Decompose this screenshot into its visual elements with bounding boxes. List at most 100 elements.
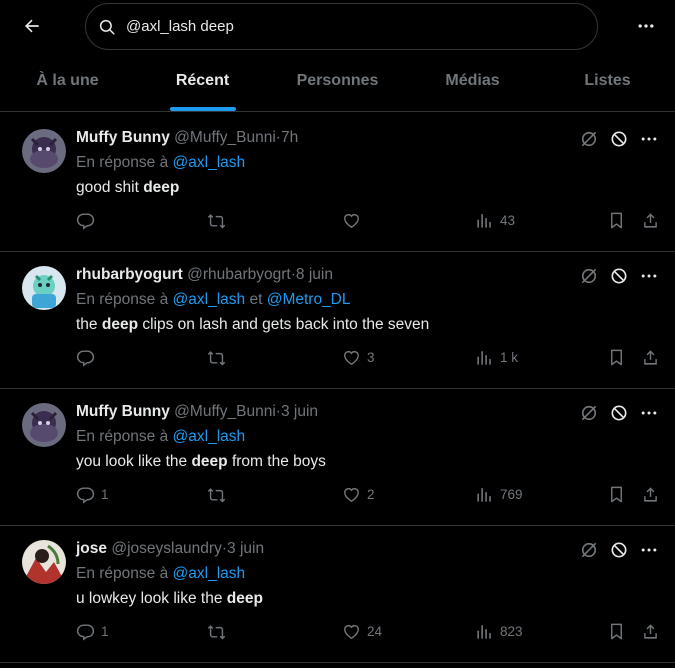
tweet-header: Muffy Bunny @Muffy_Bunni·3 juin bbox=[76, 403, 318, 421]
tweet-text: u lowkey look like the deep bbox=[76, 590, 263, 607]
view-count: 1 k bbox=[500, 350, 519, 365]
reply-button[interactable]: 1 bbox=[76, 485, 109, 504]
display-name[interactable]: Muffy Bunny bbox=[76, 129, 170, 146]
block-button[interactable] bbox=[609, 129, 629, 149]
user-handle[interactable]: @Muffy_Bunni bbox=[174, 403, 276, 420]
block-button[interactable] bbox=[609, 266, 629, 286]
more-options-button[interactable] bbox=[628, 8, 664, 44]
display-name[interactable]: jose bbox=[76, 540, 107, 557]
timestamp[interactable]: 7h bbox=[281, 129, 298, 146]
tab-top[interactable]: À la une bbox=[0, 58, 135, 111]
share-icon bbox=[644, 350, 657, 365]
like-button[interactable]: 3 bbox=[342, 348, 375, 367]
search-query: @axl_lash deep bbox=[126, 18, 234, 35]
tweet-actions: 1 24 823 bbox=[76, 622, 664, 646]
views-chart-icon bbox=[477, 625, 491, 639]
tweet[interactable]: Muffy Bunny @Muffy_Bunni·7h En réponse à… bbox=[0, 115, 675, 252]
grok-icon bbox=[581, 542, 597, 558]
tweet[interactable]: rhubarbyogurt @rhubarbyogrt·8 juin En ré… bbox=[0, 252, 675, 389]
active-tab-indicator bbox=[169, 107, 236, 111]
tweet-more-button[interactable] bbox=[639, 540, 659, 560]
tweet-actions: 43 bbox=[76, 211, 664, 235]
more-horizontal-icon bbox=[641, 411, 657, 415]
tab-bar: À la une Récent Personnes Médias Listes bbox=[0, 58, 675, 111]
retweet-button[interactable] bbox=[207, 485, 232, 504]
view-count: 823 bbox=[500, 624, 523, 639]
tab-media[interactable]: Médias bbox=[405, 58, 540, 111]
highlighted-keyword: deep bbox=[101, 316, 139, 333]
views-button[interactable]: 1 k bbox=[475, 348, 518, 367]
retweet-button[interactable] bbox=[207, 348, 232, 367]
tab-people[interactable]: Personnes bbox=[270, 58, 405, 111]
tab-latest[interactable]: Récent bbox=[135, 58, 270, 111]
tweet-more-button[interactable] bbox=[639, 266, 659, 286]
mention-link[interactable]: @axl_lash bbox=[173, 565, 246, 582]
views-chart-icon bbox=[477, 488, 491, 502]
tweet-actions: 1 2 769 bbox=[76, 485, 664, 509]
share-icon bbox=[644, 213, 657, 228]
mention-link[interactable]: @axl_lash bbox=[173, 154, 246, 171]
like-button[interactable]: 2 bbox=[342, 485, 375, 504]
views-button[interactable]: 769 bbox=[475, 485, 523, 504]
block-button[interactable] bbox=[609, 403, 629, 423]
retweet-button[interactable] bbox=[207, 211, 232, 230]
share-button[interactable] bbox=[641, 622, 660, 641]
user-handle[interactable]: @rhubarbyogrt bbox=[187, 266, 291, 283]
grok-button[interactable] bbox=[579, 403, 599, 423]
timestamp[interactable]: 3 juin bbox=[227, 540, 264, 557]
bookmark-button[interactable] bbox=[607, 622, 626, 641]
reply-prefix: En réponse à bbox=[76, 428, 169, 445]
timestamp[interactable]: 3 juin bbox=[281, 403, 318, 420]
tab-lists[interactable]: Listes bbox=[540, 58, 675, 111]
tweet-text: you look like the deep from the boys bbox=[76, 453, 326, 470]
search-input[interactable]: @axl_lash deep bbox=[85, 3, 598, 50]
reply-button[interactable]: 1 bbox=[76, 622, 109, 641]
grok-icon bbox=[581, 131, 597, 147]
mention-link[interactable]: @Metro_DL bbox=[267, 291, 351, 308]
reply-icon bbox=[76, 213, 95, 230]
tweet-header: rhubarbyogurt @rhubarbyogrt·8 juin bbox=[76, 266, 333, 284]
retweet-button[interactable] bbox=[207, 622, 232, 641]
display-name[interactable]: Muffy Bunny bbox=[76, 403, 170, 420]
timestamp[interactable]: 8 juin bbox=[296, 266, 333, 283]
reply-and-text: et bbox=[249, 291, 263, 308]
mention-link[interactable]: @axl_lash bbox=[173, 291, 246, 308]
avatar[interactable] bbox=[22, 540, 66, 584]
tweet[interactable]: jose @joseyslaundry·3 juin En réponse à … bbox=[0, 526, 675, 663]
tweet-more-button[interactable] bbox=[639, 129, 659, 149]
like-button[interactable] bbox=[342, 211, 367, 230]
reply-button[interactable] bbox=[76, 211, 101, 230]
share-button[interactable] bbox=[641, 485, 660, 504]
like-button[interactable]: 24 bbox=[342, 622, 382, 641]
block-icon bbox=[611, 542, 627, 558]
avatar[interactable] bbox=[22, 266, 66, 310]
share-button[interactable] bbox=[641, 211, 660, 230]
like-count: 2 bbox=[367, 487, 375, 502]
bookmark-button[interactable] bbox=[607, 211, 626, 230]
reply-count: 1 bbox=[101, 487, 109, 502]
grok-button[interactable] bbox=[579, 266, 599, 286]
tweet-more-button[interactable] bbox=[639, 403, 659, 423]
back-button[interactable] bbox=[14, 8, 50, 44]
bookmark-button[interactable] bbox=[607, 485, 626, 504]
reply-button[interactable] bbox=[76, 348, 101, 367]
grok-icon bbox=[581, 268, 597, 284]
user-handle[interactable]: @Muffy_Bunni bbox=[174, 129, 276, 146]
avatar[interactable] bbox=[22, 403, 66, 447]
bookmark-button[interactable] bbox=[607, 348, 626, 367]
views-button[interactable]: 823 bbox=[475, 622, 523, 641]
reply-context: En réponse à @axl_lash bbox=[76, 154, 245, 172]
arrow-left-icon bbox=[25, 19, 39, 33]
grok-button[interactable] bbox=[579, 540, 599, 560]
tweet[interactable]: Muffy Bunny @Muffy_Bunni·3 juin En répon… bbox=[0, 389, 675, 526]
avatar[interactable] bbox=[22, 129, 66, 173]
reply-context: En réponse à @axl_lash bbox=[76, 428, 245, 446]
display-name[interactable]: rhubarbyogurt bbox=[76, 266, 183, 283]
user-handle[interactable]: @joseyslaundry bbox=[111, 540, 222, 557]
grok-icon bbox=[581, 405, 597, 421]
mention-link[interactable]: @axl_lash bbox=[173, 428, 246, 445]
block-button[interactable] bbox=[609, 540, 629, 560]
share-button[interactable] bbox=[641, 348, 660, 367]
views-button[interactable]: 43 bbox=[475, 211, 515, 230]
grok-button[interactable] bbox=[579, 129, 599, 149]
